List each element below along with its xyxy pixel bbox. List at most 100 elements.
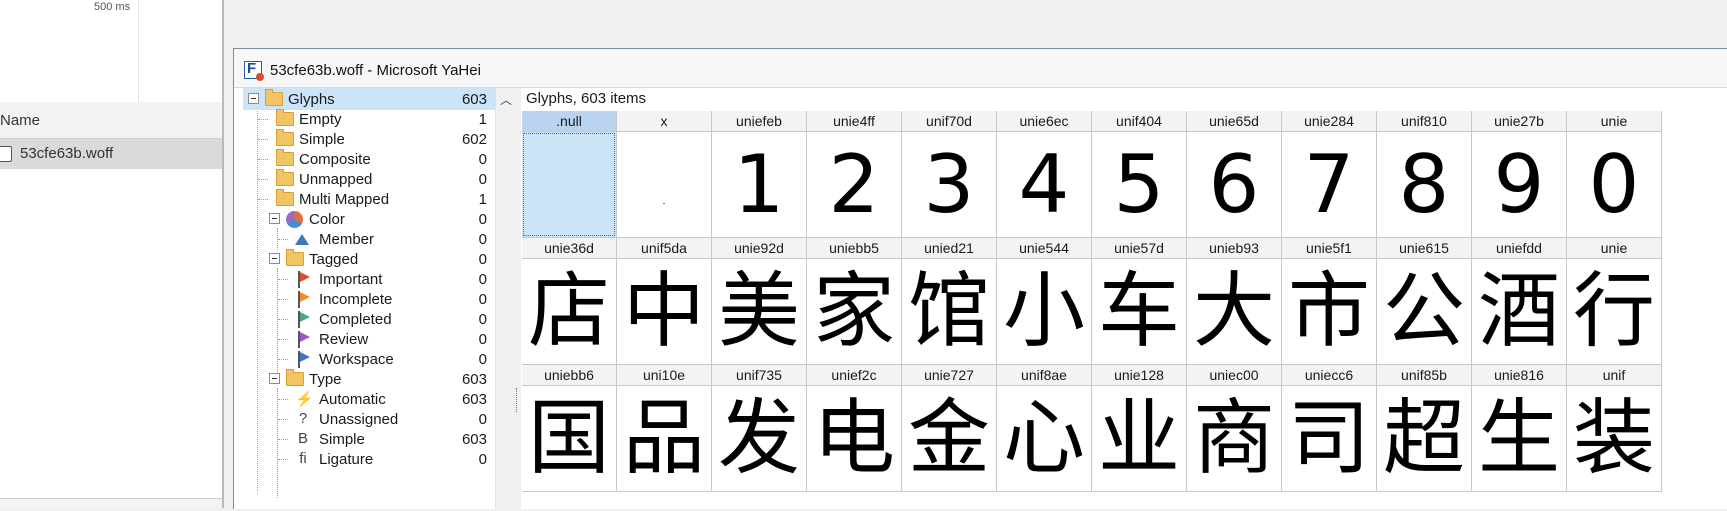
glyph-cell[interactable]: unif735 发 [712,365,807,492]
glyph-preview [617,132,711,237]
tree-item-unmapped[interactable]: Unmapped 0 [243,168,495,190]
glyph-cell[interactable]: unie284 7 [1282,111,1377,238]
folder-icon [276,109,294,126]
glyph-cell[interactable]: unieb93 大 [1187,238,1282,365]
name-column-header[interactable]: Name [0,102,222,139]
glyph-cell[interactable]: uni10e 品 [617,365,712,492]
glyph-cell[interactable]: unif810 8 [1377,111,1472,238]
glyph-cell[interactable]: unie615 公 [1377,238,1472,365]
tree-item-incomplete[interactable]: Incomplete 0 [243,288,495,310]
glyph-cell[interactable]: unie 0 [1567,111,1662,238]
tree-item-label: Simple [319,431,365,448]
panel-divider[interactable] [222,0,224,508]
tree-item-composite[interactable]: Composite 0 [243,148,495,170]
tree-item-ligature[interactable]: fi Ligature 0 [243,448,495,470]
glyph-name: unie615 [1377,238,1471,259]
glyph-preview: 酒 [1477,264,1560,359]
tree-item-workspace[interactable]: Workspace 0 [243,348,495,370]
collapse-icon[interactable] [269,373,280,384]
glyph-cell[interactable]: unied21 馆 [902,238,997,365]
glyph-cell[interactable]: unie5f1 市 [1282,238,1377,365]
orange-flag-icon [296,291,310,308]
tree-guide [278,319,288,320]
glyph-cell[interactable]: unif8ae 心 [997,365,1092,492]
request-row[interactable]: 53cfe63b.woff [0,139,222,169]
collapse-icon[interactable] [269,253,280,264]
tree-item-automatic[interactable]: ⚡ Automatic 603 [243,388,495,410]
glyph-preview: 1 [733,138,785,231]
tree-item-label: Unmapped [299,171,373,188]
glyph-cell[interactable]: x [617,111,712,238]
glyph-preview: 大 [1192,264,1275,359]
glyph-name: uniebb5 [807,238,901,259]
glyph-cell[interactable]: unie57d 车 [1092,238,1187,365]
glyph-preview: 品 [622,391,705,486]
glyph-cell[interactable]: unif 装 [1567,365,1662,492]
glyph-cell[interactable]: unie544 小 [997,238,1092,365]
glyph-cell[interactable]: unie92d 美 [712,238,807,365]
tree-item-important[interactable]: Important 0 [243,268,495,290]
timeline-label: 500 ms [94,1,131,13]
glyph-name: uniec00 [1187,365,1281,386]
tree-item-label: Important [319,271,383,288]
tree-item-simple-type[interactable]: B Simple 603 [243,428,495,450]
tree-item-empty[interactable]: Empty 1 [243,108,495,130]
tree-item-multi-mapped[interactable]: Multi Mapped 1 [243,188,495,210]
glyph-cell[interactable]: .null [522,111,617,238]
glyph-cell[interactable]: unif85b 超 [1377,365,1472,492]
glyph-cell[interactable]: uniefeb 1 [712,111,807,238]
glyph-cell[interactable]: unif70d 3 [902,111,997,238]
tree-item-count: 603 [461,431,487,448]
glyph-cell[interactable]: unie6ec 4 [997,111,1092,238]
glyph-cell[interactable]: unief2c 电 [807,365,902,492]
glyph-cell[interactable]: unie128 业 [1092,365,1187,492]
tree-item-type[interactable]: Type 603 [243,368,495,390]
tree-item-simple[interactable]: Simple 602 [243,128,495,150]
red-flag-icon [296,271,310,288]
tree-item-color[interactable]: Color 0 [243,208,495,230]
glyph-cell[interactable]: uniecc6 司 [1282,365,1377,492]
glyph-name: unif5da [617,238,711,259]
glyph-cell[interactable]: uniebb5 家 [807,238,902,365]
glyph-preview: 0 [1588,138,1640,231]
glyph-name: unie27b [1472,111,1566,132]
collapse-icon[interactable] [269,213,280,224]
glyph-name: unie5f1 [1282,238,1376,259]
collapse-icon[interactable] [248,93,259,104]
tree-item-tagged[interactable]: Tagged 0 [243,248,495,270]
scroll-up-icon[interactable]: ︿ [500,91,512,108]
tree-item-unassigned[interactable]: ? Unassigned 0 [243,408,495,430]
font-editor-window: F 53cfe63b.woff - Microsoft YaHei Glyphs… [233,48,1727,509]
glyph-name: unif735 [712,365,806,386]
glyph-cell[interactable]: unie4ff 2 [807,111,902,238]
glyph-cell[interactable]: unie 行 [1567,238,1662,365]
glyph-cell[interactable]: uniebb6 国 [522,365,617,492]
tree-item-review[interactable]: Review 0 [243,328,495,350]
glyph-preview: 商 [1192,391,1275,486]
tree-item-label: Member [319,231,375,248]
glyph-name: unie727 [902,365,996,386]
glyph-cell[interactable]: unif404 5 [1092,111,1187,238]
glyph-cell[interactable]: uniefdd 酒 [1472,238,1567,365]
glyph-name: unieb93 [1187,238,1281,259]
glyph-name: unief2c [807,365,901,386]
glyph-cell[interactable]: unif5da 中 [617,238,712,365]
glyph-preview: 5 [1113,138,1165,231]
window-titlebar[interactable]: F 53cfe63b.woff - Microsoft YaHei [234,49,1727,88]
tree-item-member[interactable]: Member 0 [243,228,495,250]
tree-scrollbar[interactable]: ︿ [495,88,514,509]
tree-item-glyphs[interactable]: Glyphs 603 [243,88,495,110]
tree-item-count: 0 [478,291,487,308]
glyph-cell[interactable]: unie36d 店 [522,238,617,365]
glyph-cell[interactable]: unie27b 9 [1472,111,1567,238]
glyph-name: unie57d [1092,238,1186,259]
glyph-cell[interactable]: unie816 生 [1472,365,1567,492]
glyph-name: unif810 [1377,111,1471,132]
tree-item-label: Workspace [319,351,394,368]
glyph-cell[interactable]: unie65d 6 [1187,111,1282,238]
glyph-cell[interactable]: uniec00 商 [1187,365,1282,492]
glyph-cell[interactable]: unie727 金 [902,365,997,492]
pane-splitter[interactable] [513,88,521,509]
tree-item-completed[interactable]: Completed 0 [243,308,495,330]
splitter-grip[interactable] [516,388,519,412]
